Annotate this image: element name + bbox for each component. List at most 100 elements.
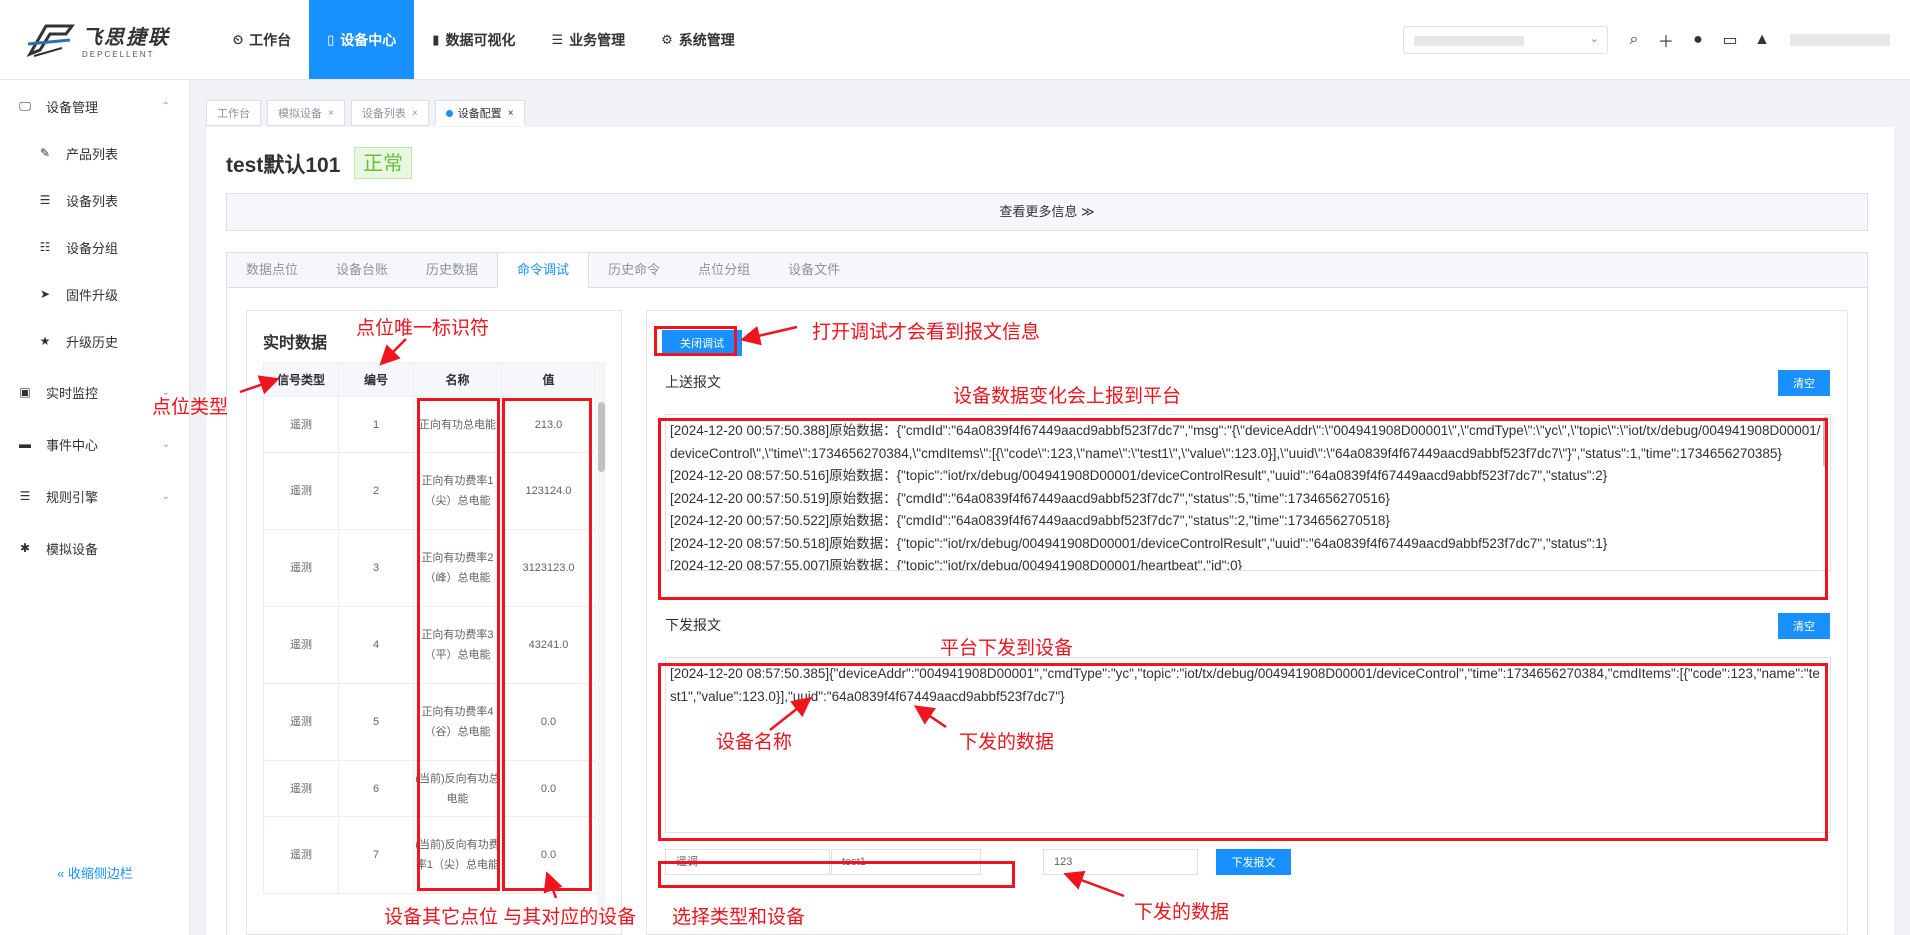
log-line: [2024-12-20 08:57:50.385]{"deviceAddr":"… — [670, 666, 1820, 704]
nav-label: 系统管理 — [678, 31, 735, 48]
more-info-toggle[interactable]: 查看更多信息 ≫ — [226, 193, 1868, 231]
tenant-select[interactable]: ⌄ — [1403, 25, 1608, 54]
sidebar-item-firmware-upgrade[interactable]: ➤ 固件升级 — [0, 272, 190, 316]
help-icon[interactable]: ● — [1682, 31, 1714, 49]
device-select[interactable]: test1 ⌄ — [831, 849, 981, 875]
gear-icon: ⚙ — [661, 31, 673, 47]
scrollbar-thumb[interactable] — [598, 402, 605, 472]
mobile-icon: ▯ — [327, 31, 335, 47]
download-log[interactable]: [2024-12-20 08:57:50.385]{"deviceAddr":"… — [665, 657, 1831, 833]
cell-type: 遥测 — [263, 683, 339, 761]
send-command-button[interactable]: 下发报文 — [1216, 849, 1291, 875]
search-icon[interactable]: ⌕ — [1618, 31, 1650, 49]
col-number[interactable]: 编号 — [338, 362, 414, 397]
sidebar-item-device-group[interactable]: ☷ 设备分组 — [0, 225, 190, 269]
cell-no: 4 — [338, 606, 414, 684]
tab-point-groups[interactable]: 点位分组 — [679, 253, 769, 287]
upload-log[interactable]: [2024-12-20 00:57:50.388]原始数据：{"cmdId":"… — [665, 414, 1831, 571]
main-nav: ⏲ 工作台 ▯ 设备中心 ▮ 数据可视化 ☰ 业务管理 ⚙ 系统管理 — [215, 0, 753, 79]
chevron-down-icon: ⌄ — [161, 438, 170, 450]
sidebar-item-simulated-device[interactable]: ✱ 模拟设备 — [0, 526, 190, 570]
sidebar-item-event-center[interactable]: ▬ 事件中心 ⌄ — [0, 422, 190, 466]
col-name[interactable]: 名称 — [413, 362, 502, 397]
collapse-sidebar-button[interactable]: « 收缩侧边栏 — [0, 863, 190, 882]
device-config-card: test默认101 正常 查看更多信息 ≫ 数据点位 设备台账 历史数据 命令调… — [206, 127, 1894, 935]
col-value[interactable]: 值 — [501, 362, 596, 397]
page-tab-simulated-device[interactable]: 模拟设备 × — [267, 100, 345, 126]
sidebar-item-label: 设备列表 — [66, 193, 119, 209]
close-icon[interactable]: × — [328, 108, 334, 119]
sidebar-item-label: 事件中心 — [46, 437, 99, 453]
top-bar: 飞思捷联 DEPCELLENT ⏲ 工作台 ▯ 设备中心 ▮ 数据可视化 ☰ 业务管理 … — [0, 0, 1910, 80]
nav-workbench[interactable]: ⏲ 工作台 — [215, 0, 309, 79]
sidebar-item-device-list[interactable]: ☰ 设备列表 — [0, 178, 190, 222]
nav-data-visualization[interactable]: ▮ 数据可视化 — [414, 0, 533, 79]
clear-download-button[interactable]: 清空 — [1778, 613, 1830, 639]
chevron-up-icon: ⌃ — [161, 100, 170, 112]
download-label: 下发报文 — [665, 617, 721, 633]
send-icon: ➤ — [39, 287, 51, 301]
log-line: [2024-12-20 08:57:55.007]原始数据：{"topic":"… — [670, 558, 1243, 571]
page-tab-device-config[interactable]: 设备配置 × — [434, 100, 525, 126]
table-row[interactable]: 遥测 3 正向有功费率2（峰）总电能 3123123.0 — [263, 529, 596, 607]
close-icon[interactable]: × — [508, 108, 514, 119]
cell-type: 遥测 — [263, 529, 339, 607]
tab-device-files[interactable]: 设备文件 — [769, 253, 859, 287]
blurred-value — [1414, 35, 1524, 46]
close-debug-button[interactable]: 关闭调试 — [662, 330, 742, 356]
page-tab-label: 设备配置 — [457, 108, 502, 120]
cell-value: 123124.0 — [501, 452, 596, 530]
page-tab-label: 工作台 — [217, 108, 250, 120]
plus-icon[interactable]: ＋ — [1650, 28, 1682, 52]
type-select-value: 遥调 — [676, 856, 698, 868]
tab-command-debug[interactable]: 命令调试 — [497, 253, 590, 288]
page-tab-label: 模拟设备 — [278, 108, 322, 120]
tab-history-commands[interactable]: 历史命令 — [589, 253, 679, 287]
tab-device-ledger[interactable]: 设备台账 — [317, 253, 407, 287]
table-row[interactable]: 遥测 2 正向有功费率1（尖）总电能 123124.0 — [263, 452, 596, 530]
nav-device-center[interactable]: ▯ 设备中心 — [309, 0, 415, 79]
brand-logo[interactable]: 飞思捷联 DEPCELLENT — [26, 18, 176, 62]
table-row[interactable]: 遥测 6 (当前)反向有功总电能 0.0 — [263, 760, 596, 817]
cell-no: 2 — [338, 452, 414, 530]
cell-value: 43241.0 — [501, 606, 596, 684]
star-icon: ★ — [39, 334, 51, 348]
chevron-down-icon: ⌄ — [1589, 32, 1599, 45]
log-line: [2024-12-20 00:57:50.522]原始数据：{"cmdId":"… — [670, 513, 1390, 528]
table-scrollbar[interactable] — [597, 362, 606, 922]
sidebar-item-product-list[interactable]: ✎ 产品列表 — [0, 131, 190, 175]
chat-icon[interactable]: ▭ — [1714, 30, 1746, 50]
close-icon[interactable]: × — [412, 108, 418, 119]
page-tab-workbench[interactable]: 工作台 — [206, 100, 261, 126]
debug-panel: 关闭调试 上送报文 清空 [2024-12-20 00:57:50.388]原始… — [646, 310, 1848, 935]
clear-upload-button[interactable]: 清空 — [1778, 370, 1830, 396]
log-scrollbar[interactable] — [1823, 417, 1828, 467]
table-row[interactable]: 遥测 5 正向有功费率4（谷）总电能 0.0 — [263, 683, 596, 761]
table-row[interactable]: 遥测 1 正向有功总电能 213.0 — [263, 396, 596, 453]
value-input[interactable]: 123 — [1043, 849, 1198, 875]
sidebar-item-realtime-monitor[interactable]: ▣ 实时监控 ⌄ — [0, 370, 190, 414]
top-right-tools: ⌄ ⌕ ＋ ● ▭ ▲ — [1403, 0, 1890, 79]
bell-icon[interactable]: ▲ — [1746, 31, 1778, 49]
type-select[interactable]: 遥调 ⌄ — [665, 849, 830, 875]
sidebar-item-label: 模拟设备 — [46, 541, 99, 557]
col-signal-type[interactable]: 信号类型 — [263, 362, 339, 397]
tab-data-points[interactable]: 数据点位 — [227, 253, 317, 287]
sidebar-item-device-management[interactable]: 🖵 设备管理 ⌃ — [0, 84, 190, 128]
sidebar-item-upgrade-history[interactable]: ★ 升级历史 — [0, 319, 190, 363]
page-tab-device-list[interactable]: 设备列表 × — [350, 100, 429, 126]
chevron-down-icon: ⌄ — [161, 386, 170, 398]
device-select-value: test1 — [842, 856, 866, 868]
user-name-blurred[interactable] — [1790, 33, 1890, 46]
dashboard-icon: ⏲ — [233, 31, 244, 47]
table-row[interactable]: 遥测 4 正向有功费率3（平）总电能 43241.0 — [263, 606, 596, 684]
detail-tabs: 数据点位 设备台账 历史数据 命令调试 历史命令 点位分组 设备文件 — [226, 252, 1868, 288]
sidebar-item-rule-engine[interactable]: ☰ 规则引擎 ⌄ — [0, 474, 190, 518]
sidebar-item-label: 规则引擎 — [46, 489, 99, 505]
nav-system[interactable]: ⚙ 系统管理 — [643, 0, 753, 79]
table-row[interactable]: 遥测 7 (当前)反向有功费率1（尖）总电能 0.0 — [263, 816, 596, 894]
active-dot-icon — [445, 109, 453, 117]
nav-business[interactable]: ☰ 业务管理 — [533, 0, 643, 79]
tab-history-data[interactable]: 历史数据 — [407, 253, 497, 287]
cell-type: 遥测 — [263, 760, 339, 817]
